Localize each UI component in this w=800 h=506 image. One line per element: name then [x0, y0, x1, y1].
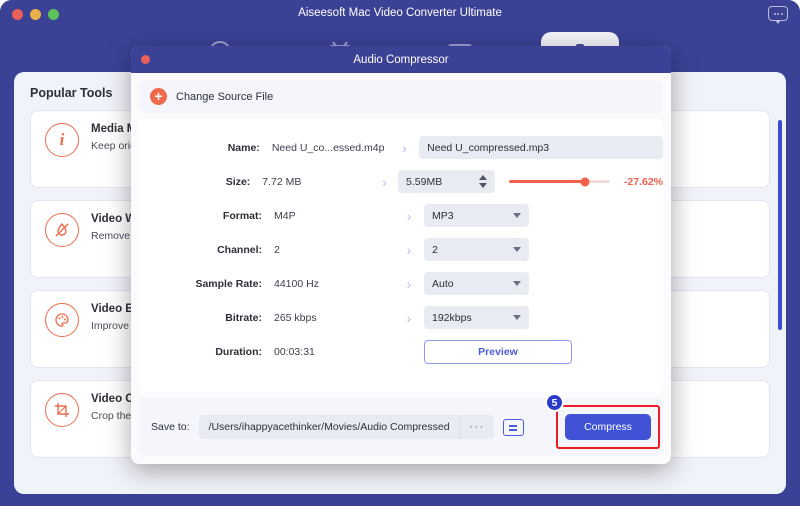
label-channel: Channel:	[139, 244, 274, 256]
form-row-format: Format: M4P › MP3	[139, 201, 663, 230]
change-source-file-label: Change Source File	[176, 91, 273, 103]
slider-knob[interactable]	[580, 177, 589, 186]
output-name-input[interactable]: Need U_compressed.mp3	[419, 136, 663, 159]
preview-button[interactable]: Preview	[424, 340, 572, 364]
size-slider[interactable]	[509, 180, 610, 183]
form-row-name: Name: Need U_co...essed.m4p › Need U_com…	[139, 133, 663, 162]
compress-button[interactable]: Compress	[565, 414, 651, 440]
source-value-name: Need U_co...essed.m4p	[272, 142, 390, 154]
step-badge: 5	[545, 393, 564, 412]
label-format: Format:	[139, 210, 274, 222]
source-value-sample-rate: 44100 Hz	[274, 278, 394, 290]
bitrate-value: 192kbps	[432, 312, 472, 324]
source-value-size: 7.72 MB	[262, 176, 371, 188]
label-name: Name:	[139, 142, 272, 154]
form-row-duration: Duration: 00:03:31 Preview	[139, 337, 663, 366]
channel-value: 2	[432, 244, 438, 256]
compress-action-group: 5 Compress	[565, 414, 651, 440]
change-source-file-button[interactable]: + Change Source File	[139, 80, 663, 113]
save-path-value: /Users/ihappyacethinker/Movies/Audio Com…	[199, 421, 460, 433]
chevron-right-icon: ›	[394, 310, 424, 326]
chevron-right-icon: ›	[371, 174, 398, 190]
slider-fill	[509, 180, 585, 183]
format-value: MP3	[432, 210, 454, 222]
channel-select[interactable]: 2	[424, 238, 529, 261]
enhance-icon	[45, 303, 79, 337]
label-sample-rate: Sample Rate:	[139, 278, 274, 290]
output-name-value: Need U_compressed.mp3	[427, 142, 549, 154]
label-bitrate: Bitrate:	[139, 312, 274, 324]
save-to-label: Save to:	[151, 421, 190, 433]
plus-icon: +	[150, 88, 167, 105]
bitrate-select[interactable]: 192kbps	[424, 306, 529, 329]
chevron-right-icon: ›	[390, 140, 419, 156]
label-duration: Duration:	[139, 346, 274, 358]
source-value-channel: 2	[274, 244, 394, 256]
sample-rate-select[interactable]: Auto	[424, 272, 529, 295]
source-value-bitrate: 265 kbps	[274, 312, 394, 324]
target-size-value: 5.59MB	[406, 176, 442, 188]
dialog-titlebar: Audio Compressor	[131, 46, 671, 73]
form-row-channel: Channel: 2 › 2	[139, 235, 663, 264]
source-value-duration: 00:03:31	[274, 346, 394, 358]
save-path-field[interactable]: /Users/ihappyacethinker/Movies/Audio Com…	[199, 415, 494, 439]
dialog-title: Audio Compressor	[353, 54, 448, 66]
stepper-arrows-icon[interactable]	[479, 175, 487, 188]
source-value-format: M4P	[274, 210, 394, 222]
chevron-down-icon	[513, 213, 521, 218]
chevron-right-icon: ›	[394, 208, 424, 224]
crop-icon	[45, 393, 79, 427]
chevron-down-icon	[513, 315, 521, 320]
chevron-right-icon: ›	[394, 242, 424, 258]
app-titlebar: Aiseesoft Mac Video Converter Ultimate	[0, 0, 800, 30]
audio-compressor-dialog: Audio Compressor + Change Source File Na…	[131, 46, 671, 464]
content-scrollbar[interactable]	[778, 120, 782, 330]
chevron-down-icon	[513, 281, 521, 286]
dialog-form: Name: Need U_co...essed.m4p › Need U_com…	[139, 119, 663, 392]
chat-bubble-icon[interactable]	[768, 6, 788, 21]
watermark-icon	[45, 213, 79, 247]
target-size-stepper[interactable]: 5.59MB	[398, 170, 495, 193]
form-row-sample-rate: Sample Rate: 44100 Hz › Auto	[139, 269, 663, 298]
app-title: Aiseesoft Mac Video Converter Ultimate	[0, 7, 800, 19]
form-row-bitrate: Bitrate: 265 kbps › 192kbps	[139, 303, 663, 332]
chevron-down-icon	[513, 247, 521, 252]
folder-icon[interactable]	[503, 419, 524, 436]
sample-rate-value: Auto	[432, 278, 454, 290]
dialog-footer: Save to: /Users/ihappyacethinker/Movies/…	[139, 398, 663, 456]
format-select[interactable]: MP3	[424, 204, 529, 227]
size-reduction-percent: -27.62%	[624, 176, 663, 188]
spacer	[394, 344, 424, 360]
chevron-right-icon: ›	[394, 276, 424, 292]
label-size: Size:	[139, 176, 262, 188]
slider-track	[509, 180, 610, 183]
close-icon[interactable]	[141, 55, 150, 64]
form-row-size: Size: 7.72 MB › 5.59MB -27.62%	[139, 167, 663, 196]
browse-more-button[interactable]: ···	[460, 415, 494, 439]
info-icon: i	[45, 123, 79, 157]
